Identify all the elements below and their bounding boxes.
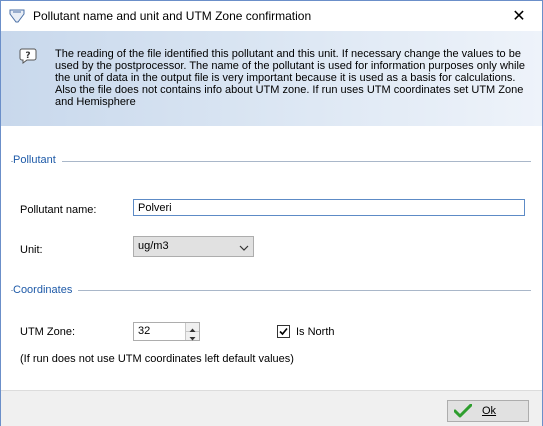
info-banner: ? The reading of the file identified thi…: [1, 31, 542, 126]
unit-select[interactable]: ug/m3: [133, 236, 254, 257]
pollutant-group-divider: [11, 161, 531, 162]
green-check-icon: [453, 403, 473, 418]
is-north-label: Is North: [296, 326, 335, 338]
ok-button[interactable]: Ok: [447, 400, 529, 422]
window-title: Pollutant name and unit and UTM Zone con…: [33, 9, 312, 23]
form-area: Pollutant Pollutant name: Polveri Unit: …: [1, 126, 542, 390]
spin-up-arrow-icon[interactable]: [186, 323, 199, 332]
utm-zone-spin-buttons: [185, 323, 199, 341]
svg-text:?: ?: [25, 51, 30, 61]
title-bar[interactable]: Pollutant name and unit and UTM Zone con…: [1, 1, 542, 31]
spin-down-arrow-icon[interactable]: [186, 332, 199, 341]
dialog-window: Pollutant name and unit and UTM Zone con…: [0, 0, 543, 426]
pollutant-group-title: Pollutant: [13, 154, 62, 166]
checkmark-icon: [279, 327, 288, 336]
close-button[interactable]: ✕: [496, 1, 542, 31]
is-north-checkbox[interactable]: [277, 325, 290, 338]
app-icon: [9, 8, 25, 24]
utm-zone-stepper[interactable]: 32: [133, 322, 200, 341]
coordinates-group-title: Coordinates: [13, 284, 79, 296]
chevron-down-icon: [239, 241, 249, 251]
close-icon: ✕: [512, 8, 526, 25]
utm-note: (If run does not use UTM coordinates lef…: [20, 353, 294, 365]
utm-zone-label: UTM Zone:: [20, 326, 76, 338]
unit-select-value: ug/m3: [138, 240, 169, 252]
pollutant-name-input[interactable]: Polveri: [133, 199, 525, 216]
coordinates-group-divider: [11, 290, 531, 291]
dialog-footer: Ok: [1, 390, 542, 426]
pollutant-name-label: Pollutant name:: [20, 204, 97, 216]
utm-zone-value: 32: [138, 325, 151, 337]
info-bubble-icon: ?: [19, 47, 37, 65]
unit-label: Unit:: [20, 244, 43, 256]
ok-button-label: Ok: [482, 405, 497, 417]
info-message: The reading of the file identified this …: [55, 48, 526, 108]
